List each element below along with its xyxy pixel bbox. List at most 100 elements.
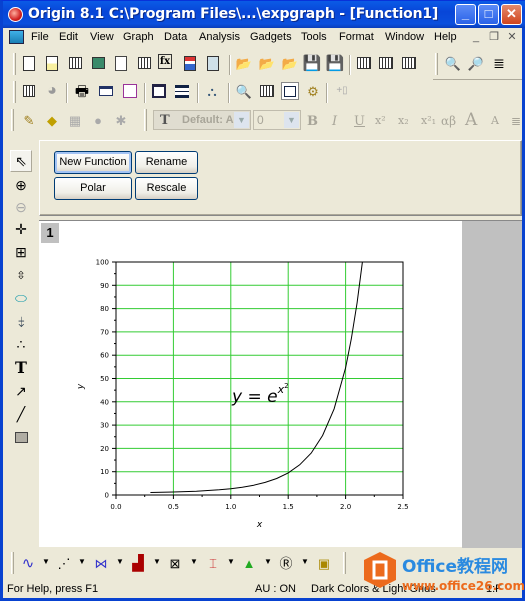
maximize-button[interactable]: □: [478, 4, 499, 25]
toolbar-grip[interactable]: [343, 552, 346, 574]
new-layout-icon[interactable]: [181, 54, 199, 72]
menu-help[interactable]: Help: [434, 31, 457, 43]
zoom-out-tool-icon[interactable]: ⊖: [10, 196, 32, 218]
dropdown-arrow-icon[interactable]: ▼: [78, 557, 86, 566]
refresh-icon[interactable]: ◕: [43, 82, 61, 100]
font-size-select[interactable]: 0 ▼: [253, 110, 301, 130]
data-display-icon[interactable]: ▦: [66, 111, 84, 129]
dropdown-arrow-icon[interactable]: ▼: [42, 557, 50, 566]
mask-icon[interactable]: ✱: [112, 111, 130, 129]
font-dropdown-button[interactable]: ▼: [234, 112, 249, 128]
draw-data-tool-icon[interactable]: ⤈: [10, 310, 32, 332]
column-plot-icon[interactable]: ▟: [129, 554, 147, 572]
import-ascii-icon[interactable]: [377, 54, 395, 72]
origin-app-icon[interactable]: [8, 7, 23, 22]
italic-button[interactable]: I: [332, 114, 337, 129]
size-dropdown-button[interactable]: ▼: [284, 112, 299, 128]
reader-icon[interactable]: ●: [89, 111, 107, 129]
menu-view[interactable]: View: [90, 31, 114, 43]
mdi-restore-button[interactable]: ❐: [487, 30, 501, 44]
open-excel-icon[interactable]: 📂: [281, 54, 299, 72]
document-window-icon[interactable]: [9, 30, 24, 44]
project-explorer-icon[interactable]: ⛬: [203, 82, 221, 100]
slideshow-icon[interactable]: [97, 82, 115, 100]
toolbar-grip[interactable]: [13, 81, 16, 103]
box-plot-icon[interactable]: ⌶: [204, 554, 222, 572]
supersubscript-button[interactable]: x²₁: [421, 114, 436, 127]
gear-icon[interactable]: ⚙: [304, 82, 322, 100]
new-excel-icon[interactable]: [89, 54, 107, 72]
dropdown-arrow-icon[interactable]: ▼: [301, 557, 309, 566]
text-tool-icon[interactable]: T: [10, 356, 32, 378]
toolbar-grip[interactable]: [144, 109, 147, 131]
layer-contents-icon[interactable]: [258, 82, 276, 100]
custom-routine-icon[interactable]: [281, 82, 299, 100]
command-window-icon[interactable]: 🔍: [235, 82, 253, 100]
line-tool-icon[interactable]: ╱: [10, 403, 32, 425]
zoom-in-tool-icon[interactable]: ⊕: [10, 174, 32, 196]
import-multiple-ascii-icon[interactable]: [400, 54, 418, 72]
code-builder-icon[interactable]: [150, 82, 168, 100]
new-function-button[interactable]: New Function: [54, 151, 132, 174]
scale-tool-icon[interactable]: ⇳: [10, 264, 32, 286]
new-graph-icon[interactable]: [112, 54, 130, 72]
menu-format[interactable]: Format: [339, 31, 374, 43]
template-plot-icon[interactable]: ⊠: [166, 554, 184, 572]
object-manager-icon[interactable]: ◆: [43, 111, 61, 129]
toolbar-grip[interactable]: [13, 53, 16, 75]
toolbar-grip[interactable]: [11, 552, 14, 574]
new-notes-icon[interactable]: [204, 54, 222, 72]
new-workbook-icon[interactable]: [66, 54, 84, 72]
pointer-tool-icon[interactable]: ⇖: [10, 150, 32, 172]
line-plot-icon[interactable]: ∿: [19, 554, 37, 572]
open-icon[interactable]: 📂: [235, 54, 253, 72]
scatter-plot-icon[interactable]: ⋰: [55, 554, 73, 572]
open-template-icon[interactable]: 📂: [258, 54, 276, 72]
screen-reader-tool-icon[interactable]: ✛: [10, 218, 32, 240]
results-log-icon[interactable]: [173, 82, 191, 100]
data-points-tool-icon[interactable]: ∴: [10, 333, 32, 355]
toolbar-grip[interactable]: [11, 109, 14, 131]
dropdown-arrow-icon[interactable]: ▼: [227, 557, 235, 566]
new-matrix-icon[interactable]: [135, 54, 153, 72]
menu-file[interactable]: File: [31, 31, 49, 43]
area-plot-icon[interactable]: ▲: [240, 554, 258, 572]
subscript-button[interactable]: x₂: [398, 114, 409, 127]
menu-data[interactable]: Data: [164, 31, 187, 43]
underline-button[interactable]: U: [354, 114, 365, 129]
mdi-minimize-button[interactable]: _: [469, 30, 483, 44]
save-project-icon[interactable]: 💾: [303, 54, 322, 72]
polar-plot-icon[interactable]: Ⓡ: [277, 554, 295, 572]
data-selector-tool-icon[interactable]: ⊞: [10, 241, 32, 263]
greek-button[interactable]: αβ: [441, 114, 456, 128]
print-icon[interactable]: 🖶: [73, 82, 91, 100]
add-layer-icon[interactable]: +▯: [333, 82, 351, 100]
mask-tool-icon[interactable]: ⬭: [10, 287, 32, 309]
new-function-icon[interactable]: fx: [158, 54, 172, 69]
import-wizard-icon[interactable]: [355, 54, 373, 72]
menu-gadgets[interactable]: Gadgets: [250, 31, 292, 43]
duplicate-icon[interactable]: [20, 82, 38, 100]
save-template-icon[interactable]: 💾: [326, 54, 345, 72]
dropdown-arrow-icon[interactable]: ▼: [116, 557, 124, 566]
dropdown-arrow-icon[interactable]: ▼: [190, 557, 198, 566]
copy-page-icon[interactable]: [121, 82, 139, 100]
menu-analysis[interactable]: Analysis: [199, 31, 240, 43]
plot-svg[interactable]: 0.0 0.5 1.0 1.5 2.0 2.5 0 10 20 30 40 50 60 70 80 90 100…: [39, 221, 462, 548]
new-folder-icon[interactable]: [43, 54, 61, 72]
close-button[interactable]: ✕: [501, 4, 522, 25]
rescale-button[interactable]: Rescale: [135, 177, 198, 200]
menu-graph[interactable]: Graph: [123, 31, 154, 43]
menu-tools[interactable]: Tools: [301, 31, 327, 43]
superscript-button[interactable]: x²: [375, 114, 386, 127]
arrow-tool-icon[interactable]: ↗: [10, 380, 32, 402]
decrease-font-button[interactable]: A: [491, 114, 499, 127]
menu-edit[interactable]: Edit: [59, 31, 78, 43]
zoom-in-icon[interactable]: 🔍: [444, 54, 462, 72]
menu-window[interactable]: Window: [385, 31, 424, 43]
polar-button[interactable]: Polar: [54, 177, 132, 200]
edit-pencil-icon[interactable]: ✎: [20, 111, 38, 129]
increase-font-button[interactable]: A: [465, 110, 477, 130]
template-library-icon[interactable]: ▣: [315, 554, 333, 572]
line-symbol-plot-icon[interactable]: ⋈: [92, 554, 110, 572]
